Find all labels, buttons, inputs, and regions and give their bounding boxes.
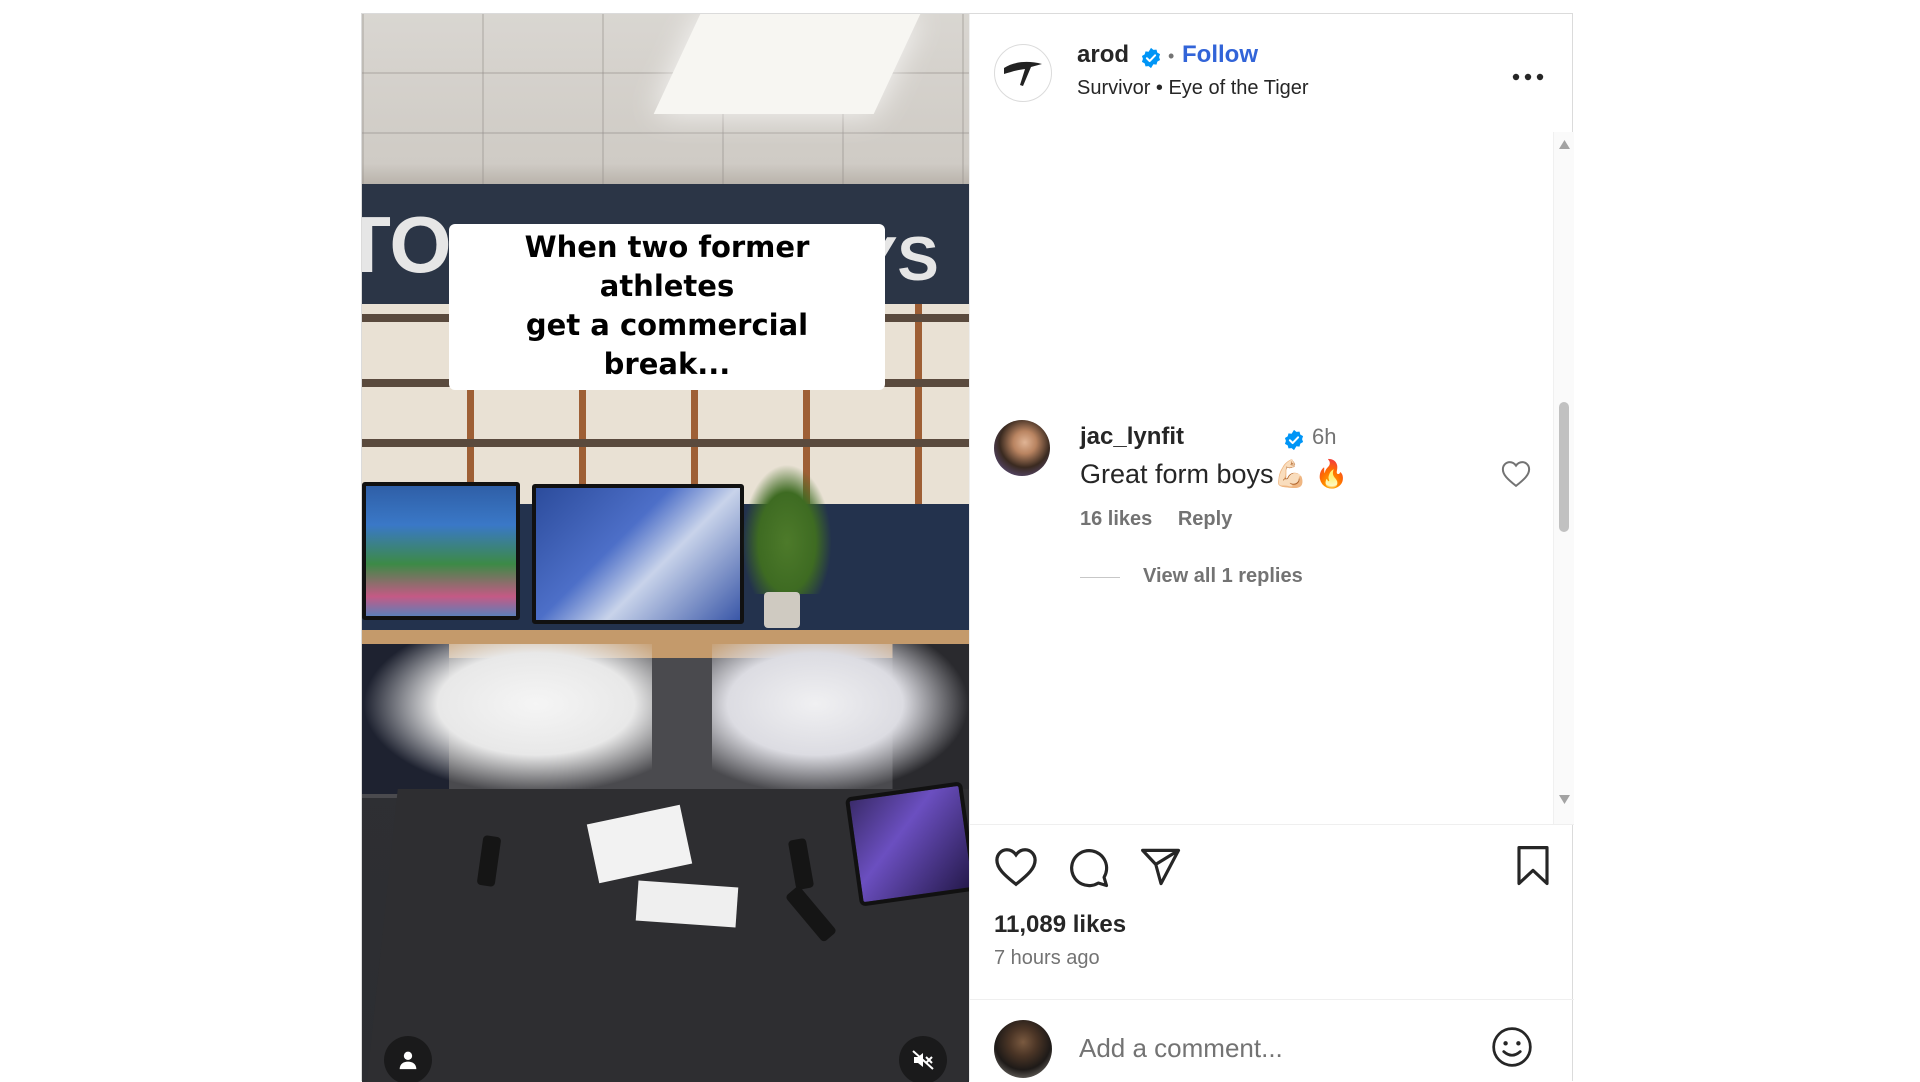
- comment-timestamp[interactable]: 6h: [1312, 424, 1336, 450]
- verified-badge-icon: [1141, 47, 1161, 69]
- commenter-username[interactable]: jac_lynfit: [1080, 423, 1184, 451]
- replies-divider: [1080, 577, 1120, 578]
- speaker-muted-icon: [912, 1050, 934, 1070]
- video-banner-letters: TO: [362, 200, 452, 289]
- emoji-picker-icon[interactable]: [1490, 1025, 1534, 1069]
- arod-logo-icon: [1004, 61, 1042, 86]
- post-timestamp[interactable]: 7 hours ago: [994, 947, 1100, 970]
- tagged-users-button[interactable]: [384, 1036, 432, 1082]
- scroll-up-arrow-icon[interactable]: [1559, 140, 1570, 149]
- mute-toggle-button[interactable]: [899, 1036, 947, 1082]
- comment-meta: 16 likes Reply: [1080, 508, 1252, 531]
- video-tv-broadcast: [532, 484, 744, 624]
- share-send-icon[interactable]: [1140, 847, 1182, 887]
- person-icon: [399, 1051, 417, 1070]
- post-dialog: TO AYS When two former athletes get a co…: [361, 13, 1574, 1082]
- post-header: arod • Follow Survivor • Eye of the Tige…: [970, 14, 1574, 129]
- follow-button[interactable]: Follow: [1182, 41, 1258, 69]
- video-caption: When two former athletes get a commercia…: [449, 224, 885, 390]
- audio-track-link[interactable]: Survivor • Eye of the Tiger: [1077, 77, 1309, 100]
- current-user-avatar: [994, 1020, 1052, 1078]
- comment-bubble-icon[interactable]: [1068, 847, 1110, 889]
- save-bookmark-icon[interactable]: [1515, 845, 1551, 887]
- video-caption-line1: When two former athletes: [524, 230, 810, 303]
- view-replies-button[interactable]: View all 1 replies: [1143, 565, 1303, 588]
- scrollbar-thumb[interactable]: [1559, 402, 1569, 532]
- video-tablet: [844, 781, 969, 907]
- add-comment-input[interactable]: [1079, 1028, 1469, 1068]
- author-avatar[interactable]: [994, 44, 1052, 102]
- commenter-avatar[interactable]: [994, 420, 1050, 476]
- video-plant-pot: [764, 592, 800, 628]
- video-person-left: [362, 644, 652, 794]
- comments-list[interactable]: jac_lynfit 6h Great form boys💪🏻 🔥 16 lik…: [970, 132, 1574, 824]
- reel-video[interactable]: TO AYS When two former athletes get a co…: [362, 14, 969, 1082]
- add-comment-bar: [970, 999, 1574, 1082]
- comment-reply-button[interactable]: Reply: [1178, 508, 1232, 530]
- video-caption-line2: get a commercial break...: [525, 308, 809, 381]
- video-tv-baseball: [362, 482, 520, 620]
- post-likes-count[interactable]: 11,089 likes: [994, 911, 1126, 939]
- scroll-down-arrow-icon[interactable]: [1559, 795, 1570, 804]
- comments-scrollbar[interactable]: [1553, 132, 1574, 824]
- comment-text: Great form boys💪🏻 🔥: [1080, 459, 1349, 489]
- more-options-icon[interactable]: [1510, 69, 1546, 85]
- comment-like-heart-icon[interactable]: [1501, 460, 1531, 488]
- comment-likes-count[interactable]: 16 likes: [1080, 508, 1152, 530]
- header-separator: •: [1168, 46, 1175, 66]
- video-shelf: [362, 439, 969, 447]
- like-heart-icon[interactable]: [994, 847, 1038, 887]
- post-sidebar: arod • Follow Survivor • Eye of the Tige…: [969, 14, 1574, 1082]
- video-ceiling-light: [653, 14, 921, 114]
- video-paper: [635, 880, 739, 928]
- author-username[interactable]: arod: [1077, 41, 1129, 69]
- verified-badge-icon: [1284, 429, 1304, 451]
- video-plant: [742, 464, 832, 594]
- video-person-right: [712, 644, 969, 794]
